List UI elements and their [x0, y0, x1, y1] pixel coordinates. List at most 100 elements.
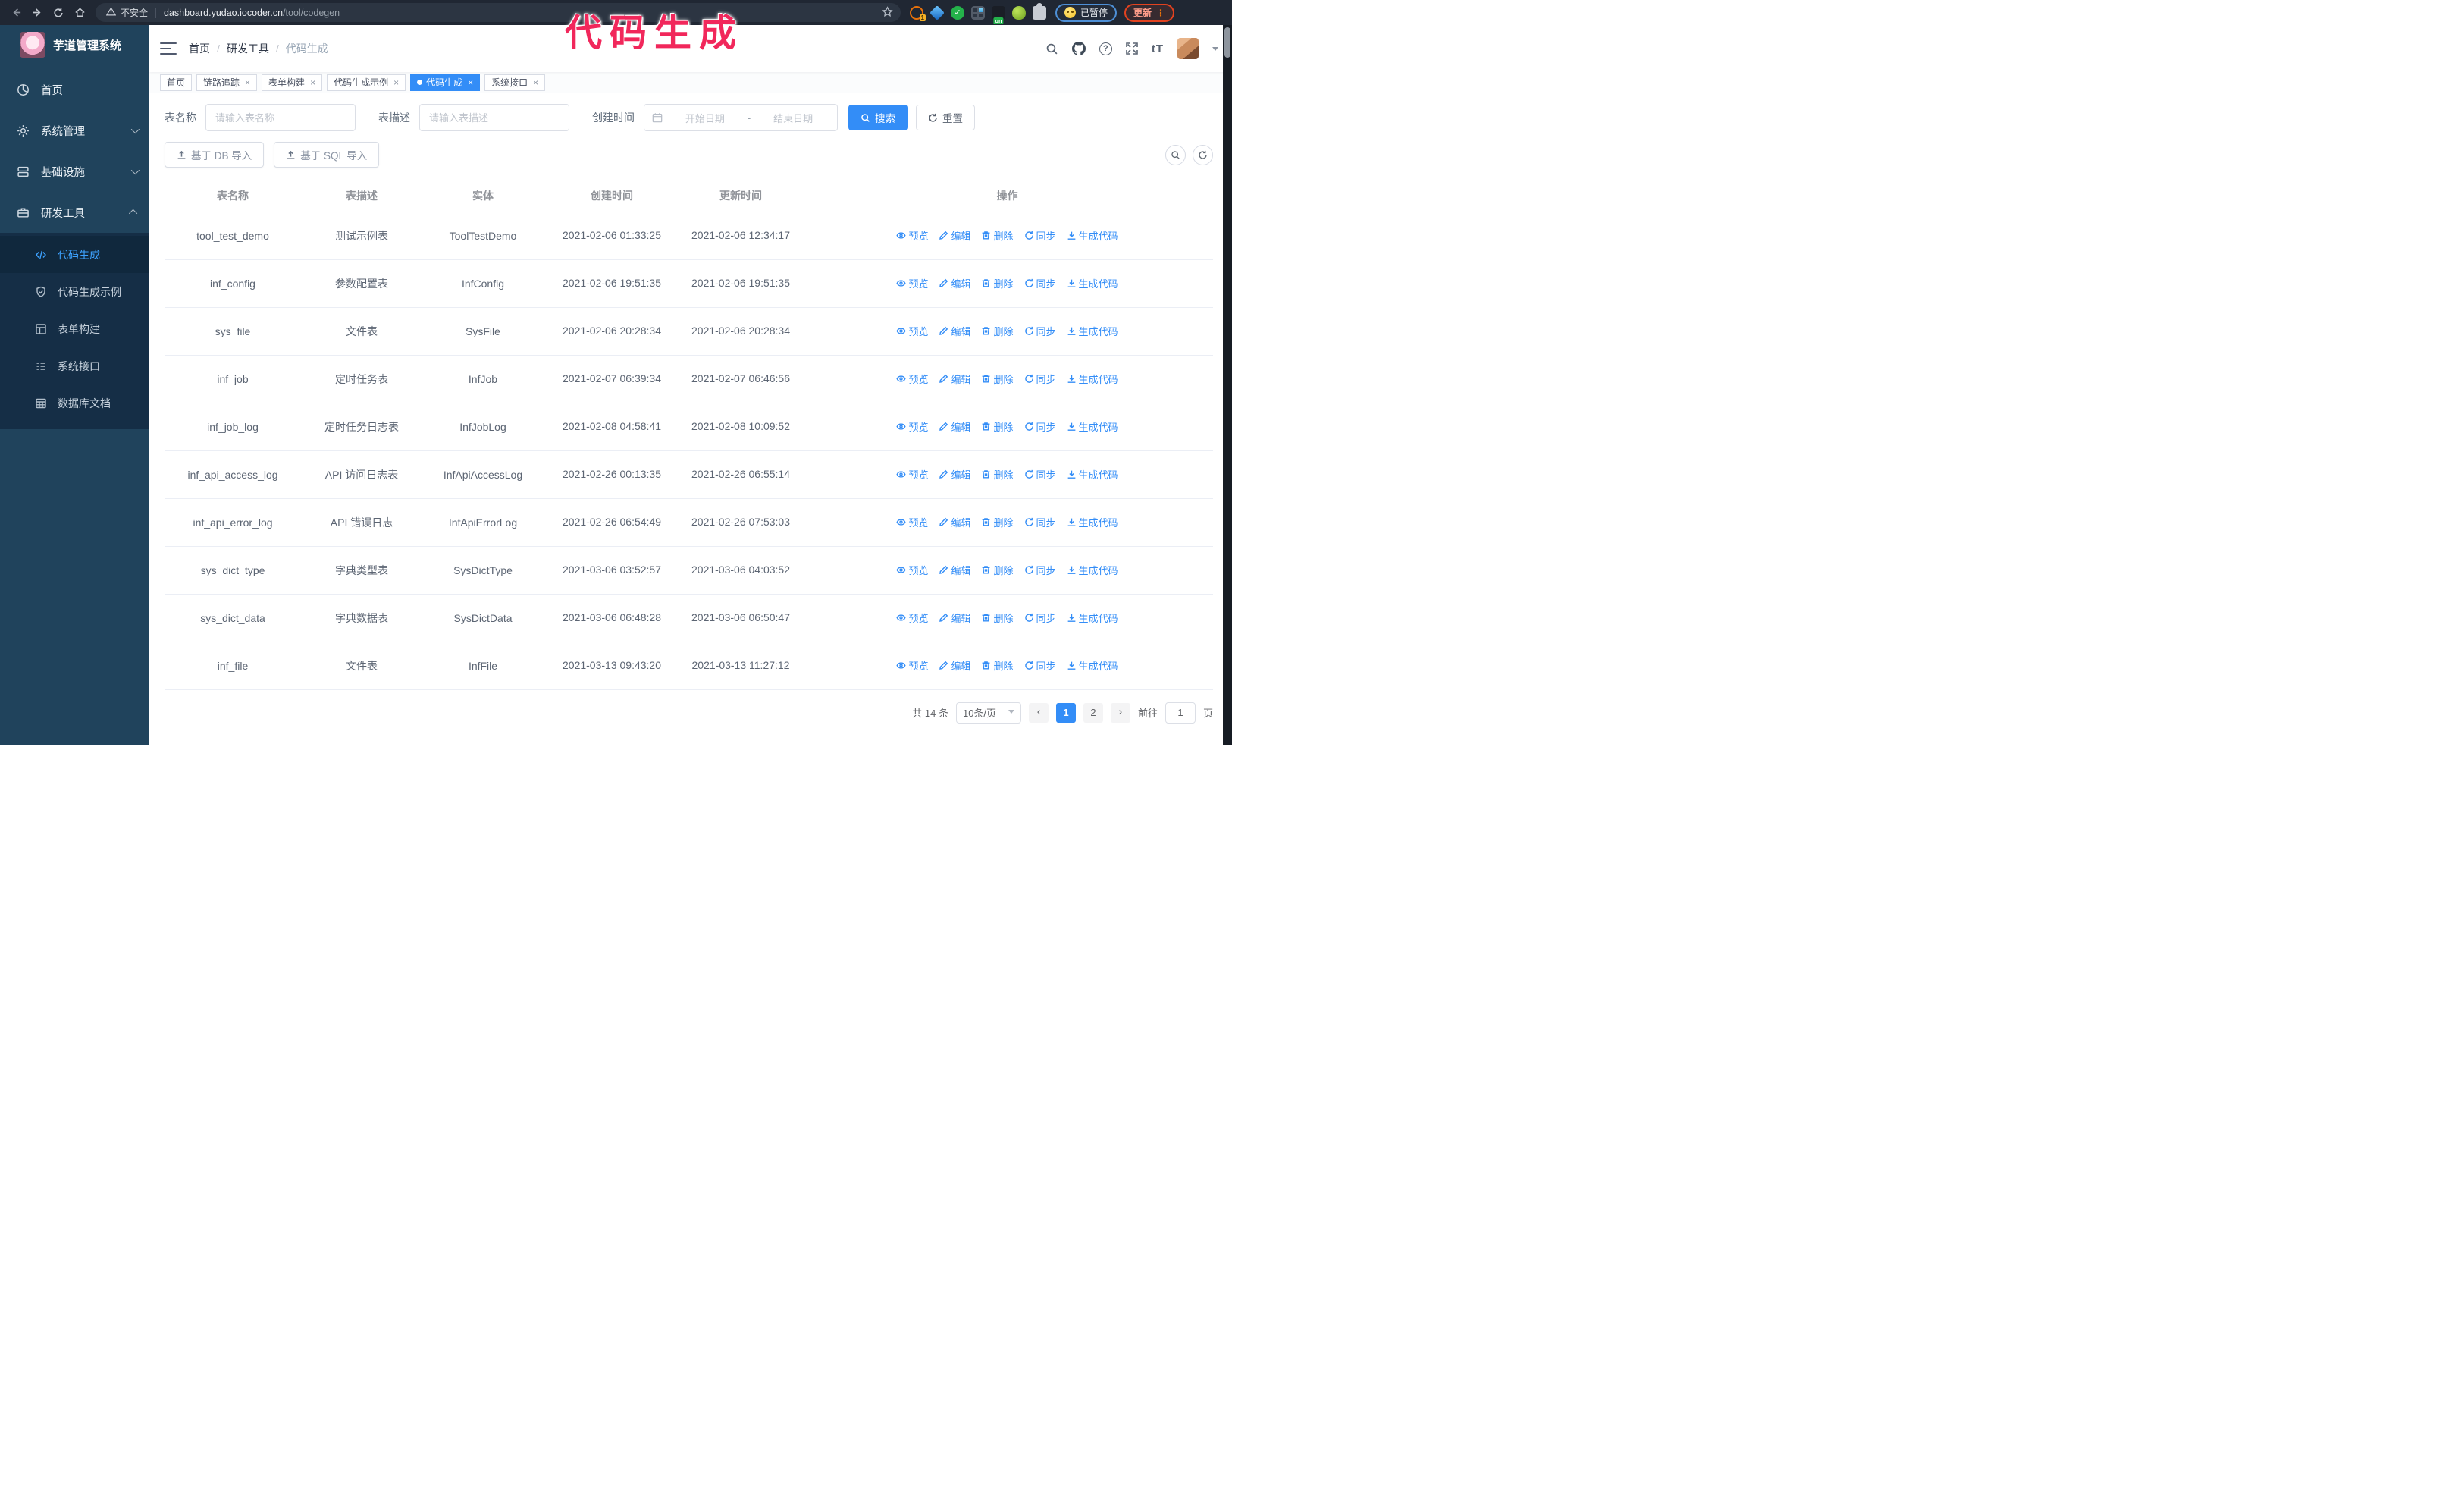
fullscreen-icon[interactable]	[1126, 42, 1138, 55]
sidebar-item-system-api[interactable]: 系统接口	[0, 347, 149, 385]
back-icon[interactable]	[6, 3, 26, 23]
action-edit-link[interactable]: 编辑	[939, 515, 970, 529]
action-preview-link[interactable]: 预览	[896, 611, 928, 625]
sidebar-item-devtools[interactable]: 研发工具	[0, 192, 149, 233]
next-page-button[interactable]: ›	[1110, 702, 1130, 723]
action-delete-link[interactable]: 删除	[981, 324, 1014, 338]
sidebar-item-infra[interactable]: 基础设施	[0, 151, 149, 192]
goto-page-input[interactable]	[1165, 702, 1196, 724]
prev-page-button[interactable]: ‹	[1028, 702, 1049, 723]
action-delete-link[interactable]: 删除	[981, 658, 1014, 673]
github-icon[interactable]	[1071, 42, 1086, 55]
action-delete-link[interactable]: 删除	[981, 419, 1014, 434]
action-generate-link[interactable]: 生成代码	[1067, 419, 1118, 434]
action-preview-link[interactable]: 预览	[896, 563, 928, 577]
tab-代码生成[interactable]: 代码生成 ×	[410, 74, 481, 91]
page-size-select[interactable]: 10条/页	[955, 702, 1021, 724]
action-preview-link[interactable]: 预览	[896, 276, 928, 290]
refresh-table-icon-button[interactable]	[1193, 144, 1213, 165]
url-bar[interactable]: 不安全 dashboard.yudao.iocoder.cn /tool/cod…	[96, 3, 901, 22]
action-generate-link[interactable]: 生成代码	[1067, 658, 1118, 673]
tab-表单构建[interactable]: 表单构建 ×	[262, 74, 323, 91]
action-generate-link[interactable]: 生成代码	[1067, 276, 1118, 290]
action-edit-link[interactable]: 编辑	[939, 658, 970, 673]
action-edit-link[interactable]: 编辑	[939, 611, 970, 625]
page-button-2[interactable]: 2	[1083, 702, 1103, 723]
action-preview-link[interactable]: 预览	[896, 372, 928, 386]
action-delete-link[interactable]: 删除	[981, 563, 1014, 577]
page-scrollbar[interactable]	[1223, 25, 1232, 746]
table-desc-input[interactable]	[419, 104, 569, 131]
action-delete-link[interactable]: 删除	[981, 276, 1014, 290]
help-icon[interactable]: ?	[1099, 42, 1112, 55]
extension-icon-onbadge[interactable]: on	[992, 5, 1005, 24]
import-sql-button[interactable]: 基于 SQL 导入	[274, 142, 380, 168]
action-sync-link[interactable]: 同步	[1024, 276, 1056, 290]
action-edit-link[interactable]: 编辑	[939, 228, 970, 243]
action-sync-link[interactable]: 同步	[1024, 563, 1056, 577]
breadcrumb-devtools[interactable]: 研发工具	[227, 41, 269, 56]
action-generate-link[interactable]: 生成代码	[1067, 467, 1118, 482]
start-date-placeholder[interactable]: 开始日期	[669, 111, 741, 125]
action-delete-link[interactable]: 删除	[981, 515, 1014, 529]
tab-close-icon[interactable]: ×	[468, 77, 473, 88]
action-edit-link[interactable]: 编辑	[939, 467, 970, 482]
action-generate-link[interactable]: 生成代码	[1067, 611, 1118, 625]
action-delete-link[interactable]: 删除	[981, 372, 1014, 386]
action-sync-link[interactable]: 同步	[1024, 515, 1056, 529]
action-preview-link[interactable]: 预览	[896, 419, 928, 434]
action-edit-link[interactable]: 编辑	[939, 563, 970, 577]
reload-icon[interactable]	[49, 3, 68, 23]
url-path[interactable]: /tool/codegen	[283, 8, 340, 18]
tab-close-icon[interactable]: ×	[310, 77, 315, 88]
action-preview-link[interactable]: 预览	[896, 228, 928, 243]
extension-icon-grid[interactable]	[971, 5, 985, 20]
avatar[interactable]	[1177, 38, 1199, 59]
bookmark-star-icon[interactable]	[882, 5, 893, 20]
tab-首页[interactable]: 首页	[160, 74, 193, 91]
action-delete-link[interactable]: 删除	[981, 611, 1014, 625]
action-sync-link[interactable]: 同步	[1024, 467, 1056, 482]
font-size-icon[interactable]: tT	[1152, 42, 1164, 55]
extensions-puzzle-icon[interactable]	[1033, 2, 1046, 20]
home-icon[interactable]	[70, 3, 89, 23]
reset-button[interactable]: 重置	[916, 105, 975, 130]
sidebar-logo[interactable]: 芋道管理系统	[0, 25, 149, 64]
kebab-menu-icon[interactable]: ⋮	[1156, 8, 1165, 17]
extension-icon-monkey[interactable]	[1012, 5, 1026, 20]
sidebar-item-codegen[interactable]: 代码生成	[0, 236, 149, 273]
action-preview-link[interactable]: 预览	[896, 467, 928, 482]
sidebar-item-system[interactable]: 系统管理	[0, 110, 149, 151]
sidebar-item-form-builder[interactable]: 表单构建	[0, 310, 149, 347]
avatar-caret-icon[interactable]	[1212, 46, 1218, 54]
action-sync-link[interactable]: 同步	[1024, 419, 1056, 434]
tab-代码生成示例[interactable]: 代码生成示例 ×	[327, 74, 406, 91]
search-icon[interactable]	[1045, 42, 1058, 55]
extension-icon-orange[interactable]: 1	[910, 5, 926, 21]
action-edit-link[interactable]: 编辑	[939, 419, 970, 434]
tab-链路追踪[interactable]: 链路追踪 ×	[196, 74, 258, 91]
browser-profile-chip[interactable]: 已暂停	[1055, 3, 1118, 22]
page-button-1[interactable]: 1	[1055, 702, 1076, 723]
import-db-button[interactable]: 基于 DB 导入	[165, 142, 265, 168]
table-name-input[interactable]	[205, 104, 356, 131]
action-preview-link[interactable]: 预览	[896, 658, 928, 673]
action-delete-link[interactable]: 删除	[981, 228, 1014, 243]
extension-icon-check[interactable]: ✓	[951, 5, 964, 20]
action-sync-link[interactable]: 同步	[1024, 324, 1056, 338]
toggle-search-icon-button[interactable]	[1165, 144, 1186, 165]
action-generate-link[interactable]: 生成代码	[1067, 228, 1118, 243]
tab-close-icon[interactable]: ×	[245, 77, 250, 88]
action-generate-link[interactable]: 生成代码	[1067, 563, 1118, 577]
action-delete-link[interactable]: 删除	[981, 467, 1014, 482]
tab-系统接口[interactable]: 系统接口 ×	[484, 74, 546, 91]
action-sync-link[interactable]: 同步	[1024, 372, 1056, 386]
date-range-picker[interactable]: 开始日期 - 结束日期	[644, 104, 838, 131]
tab-close-icon[interactable]: ×	[533, 77, 538, 88]
forward-icon[interactable]	[27, 3, 47, 23]
sidebar-item-db-doc[interactable]: 数据库文档	[0, 385, 149, 422]
action-sync-link[interactable]: 同步	[1024, 611, 1056, 625]
action-edit-link[interactable]: 编辑	[939, 372, 970, 386]
action-edit-link[interactable]: 编辑	[939, 324, 970, 338]
action-sync-link[interactable]: 同步	[1024, 658, 1056, 673]
